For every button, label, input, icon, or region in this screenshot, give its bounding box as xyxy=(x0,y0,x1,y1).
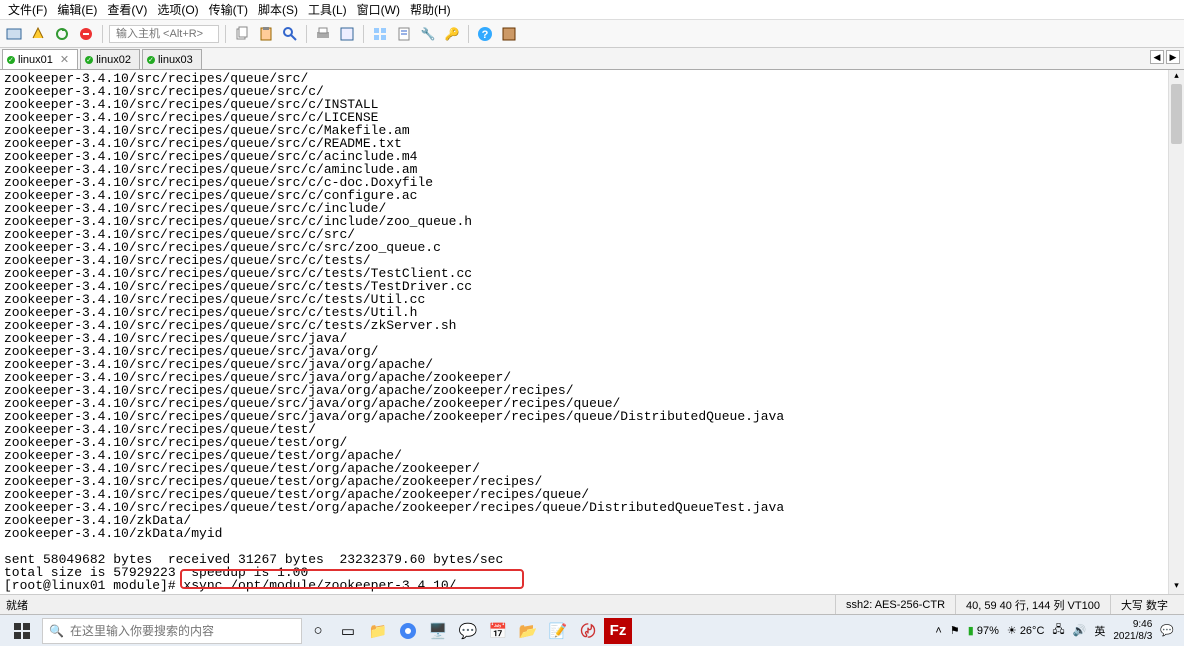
help-icon[interactable]: ? xyxy=(475,24,495,44)
menu-view[interactable]: 查看(V) xyxy=(103,0,151,20)
about-icon[interactable] xyxy=(499,24,519,44)
tab-linux01[interactable]: linux01 ✕ xyxy=(2,49,78,69)
tabbar: linux01 ✕ linux02 linux03 ◀ ▶ xyxy=(0,48,1184,70)
scrollbar[interactable]: ▴ ▾ xyxy=(1168,70,1184,594)
taskbar: 🔍 ○ ▭ 📁 🖥️ 💬 📅 📂 📝 〄 Fz ˄ ⚑ ▮ 97% ☀ 26°C… xyxy=(0,614,1184,646)
svg-text:?: ? xyxy=(482,29,489,41)
menu-options[interactable]: 选项(O) xyxy=(153,0,202,20)
terminal-area: zookeeper-3.4.10/src/recipes/queue/src/ … xyxy=(0,70,1184,594)
start-button[interactable] xyxy=(4,615,40,646)
system-tray: ˄ ⚑ ▮ 97% ☀ 26°C 🖧 🔊 英 9:46 2021/8/3 💬 xyxy=(935,619,1180,643)
connect-icon[interactable] xyxy=(4,24,24,44)
tab-linux03[interactable]: linux03 xyxy=(142,49,202,69)
print-icon[interactable] xyxy=(313,24,333,44)
disconnect-icon[interactable] xyxy=(76,24,96,44)
cortana-icon[interactable]: ○ xyxy=(304,618,332,644)
menu-file[interactable]: 文件(F) xyxy=(4,0,51,20)
key-icon[interactable]: 🔑 xyxy=(442,24,462,44)
reconnect-icon[interactable] xyxy=(52,24,72,44)
calendar-icon[interactable]: 📅 xyxy=(484,618,512,644)
tab-linux02[interactable]: linux02 xyxy=(80,49,140,69)
tray-notify-icon[interactable]: ⚑ xyxy=(950,624,960,637)
properties-icon[interactable] xyxy=(337,24,357,44)
menubar: 文件(F) 编辑(E) 查看(V) 选项(O) 传输(T) 脚本(S) 工具(L… xyxy=(0,0,1184,20)
paste-icon[interactable] xyxy=(256,24,276,44)
status-connection: ssh2: AES-256-CTR xyxy=(835,595,955,614)
menu-script[interactable]: 脚本(S) xyxy=(254,0,302,20)
host-input[interactable] xyxy=(109,25,219,43)
copy-icon[interactable] xyxy=(232,24,252,44)
battery-level[interactable]: ▮ 97% xyxy=(968,624,999,637)
tab-label: linux02 xyxy=(96,54,131,66)
network-icon[interactable]: 🖧 xyxy=(1052,621,1064,640)
menu-edit[interactable]: 编辑(E) xyxy=(53,0,101,20)
tab-label: linux01 xyxy=(18,54,53,66)
securecrt-icon[interactable]: 🖥️ xyxy=(424,618,452,644)
scroll-up-icon[interactable]: ▴ xyxy=(1169,70,1184,84)
terminal-output[interactable]: zookeeper-3.4.10/src/recipes/queue/src/ … xyxy=(0,70,1184,594)
notification-center-icon[interactable]: 💬 xyxy=(1160,624,1174,637)
wechat-icon[interactable]: 💬 xyxy=(454,618,482,644)
terminal-icon[interactable]: 〄 xyxy=(574,618,602,644)
tab-prev-icon[interactable]: ◀ xyxy=(1150,50,1164,64)
session-icon[interactable] xyxy=(370,24,390,44)
connected-icon xyxy=(147,56,155,64)
scroll-down-icon[interactable]: ▾ xyxy=(1169,580,1184,594)
folder-icon[interactable]: 📂 xyxy=(514,618,542,644)
search-input[interactable] xyxy=(70,624,295,638)
scroll-thumb[interactable] xyxy=(1171,84,1182,144)
menu-window[interactable]: 窗口(W) xyxy=(353,0,404,20)
tab-next-icon[interactable]: ▶ xyxy=(1166,50,1180,64)
explorer-icon[interactable]: 📁 xyxy=(364,618,392,644)
toolbar: 🔧 🔑 ? xyxy=(0,20,1184,48)
close-icon[interactable]: ✕ xyxy=(60,53,69,66)
status-caps: 大写 数字 xyxy=(1110,595,1178,614)
ime-indicator[interactable]: 英 xyxy=(1094,623,1105,639)
tray-chevron-icon[interactable]: ˄ xyxy=(935,625,941,637)
menu-transfer[interactable]: 传输(T) xyxy=(205,0,252,20)
statusbar: 就绪 ssh2: AES-256-CTR 40, 59 40 行, 144 列 … xyxy=(0,594,1184,614)
status-position: 40, 59 40 行, 144 列 VT100 xyxy=(955,595,1110,614)
find-icon[interactable] xyxy=(280,24,300,44)
volume-icon[interactable]: 🔊 xyxy=(1073,624,1087,637)
weather-temp[interactable]: ☀ 26°C xyxy=(1007,624,1045,637)
chrome-icon[interactable] xyxy=(394,618,422,644)
clock[interactable]: 9:46 2021/8/3 xyxy=(1113,619,1152,643)
status-ready: 就绪 xyxy=(6,597,28,613)
menu-tools[interactable]: 工具(L) xyxy=(304,0,351,20)
notes-icon[interactable]: 📝 xyxy=(544,618,572,644)
script-icon[interactable] xyxy=(394,24,414,44)
quick-connect-icon[interactable] xyxy=(28,24,48,44)
taskbar-search[interactable]: 🔍 xyxy=(42,618,302,644)
connected-icon xyxy=(85,56,93,64)
taskview-icon[interactable]: ▭ xyxy=(334,618,362,644)
tools-icon[interactable]: 🔧 xyxy=(418,24,438,44)
tab-label: linux03 xyxy=(158,54,193,66)
menu-help[interactable]: 帮助(H) xyxy=(406,0,455,20)
search-icon: 🔍 xyxy=(49,624,64,638)
connected-icon xyxy=(7,56,15,64)
filezilla-icon[interactable]: Fz xyxy=(604,618,632,644)
